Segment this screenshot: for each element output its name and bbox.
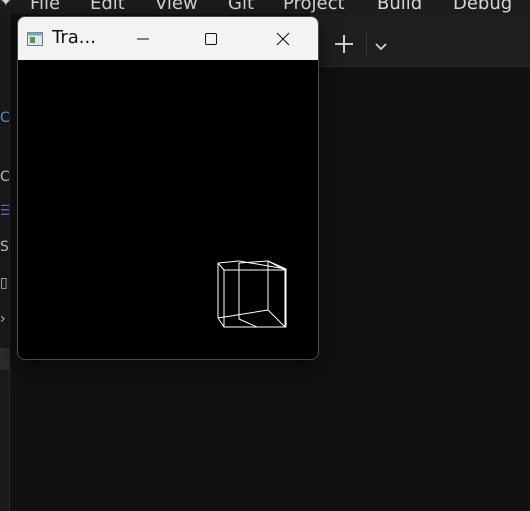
app-window-icon	[27, 31, 43, 46]
minimize-button[interactable]	[120, 17, 166, 60]
chevron-down-icon[interactable]	[374, 38, 388, 51]
menu-debug[interactable]: Debug	[453, 0, 512, 14]
close-button[interactable]	[260, 17, 306, 60]
side-tool-6[interactable]: ›	[0, 312, 9, 326]
side-tool-2[interactable]: C	[0, 170, 9, 184]
minimize-icon	[137, 38, 149, 39]
menu-build[interactable]: Build	[377, 0, 422, 14]
app-window[interactable]: Tra...	[17, 16, 319, 360]
ide-app-icon: ✦	[0, 0, 12, 10]
menu-file[interactable]: File	[30, 0, 60, 14]
title-bar[interactable]: Tra...	[18, 17, 318, 60]
menu-project[interactable]: Project	[283, 0, 345, 14]
wireframe-cube	[217, 260, 287, 328]
ide-menu-bar: ✦ File Edit View Git Project Build Debug	[0, 0, 530, 14]
side-tool-3[interactable]: ☰	[0, 204, 9, 218]
ide-tab-strip	[310, 14, 530, 67]
maximize-icon	[205, 32, 217, 45]
plus-icon[interactable]	[332, 32, 356, 56]
menu-view[interactable]: View	[155, 0, 198, 14]
side-tool-selected	[0, 348, 9, 370]
ide-side-toolbar: C C ☰ S ▯ ›	[0, 14, 10, 511]
menu-git[interactable]: Git	[228, 0, 254, 14]
maximize-button[interactable]	[188, 17, 234, 60]
render-canvas[interactable]	[18, 60, 318, 359]
close-icon	[276, 32, 290, 45]
window-title: Tra...	[52, 27, 96, 48]
side-tool-1[interactable]: C	[0, 111, 9, 125]
tab-divider	[366, 32, 367, 56]
menu-edit[interactable]: Edit	[90, 0, 125, 14]
side-tool-5[interactable]: ▯	[0, 276, 9, 290]
desktop: ✦ File Edit View Git Project Build Debug…	[0, 0, 530, 511]
side-tool-4[interactable]: S	[0, 240, 9, 254]
